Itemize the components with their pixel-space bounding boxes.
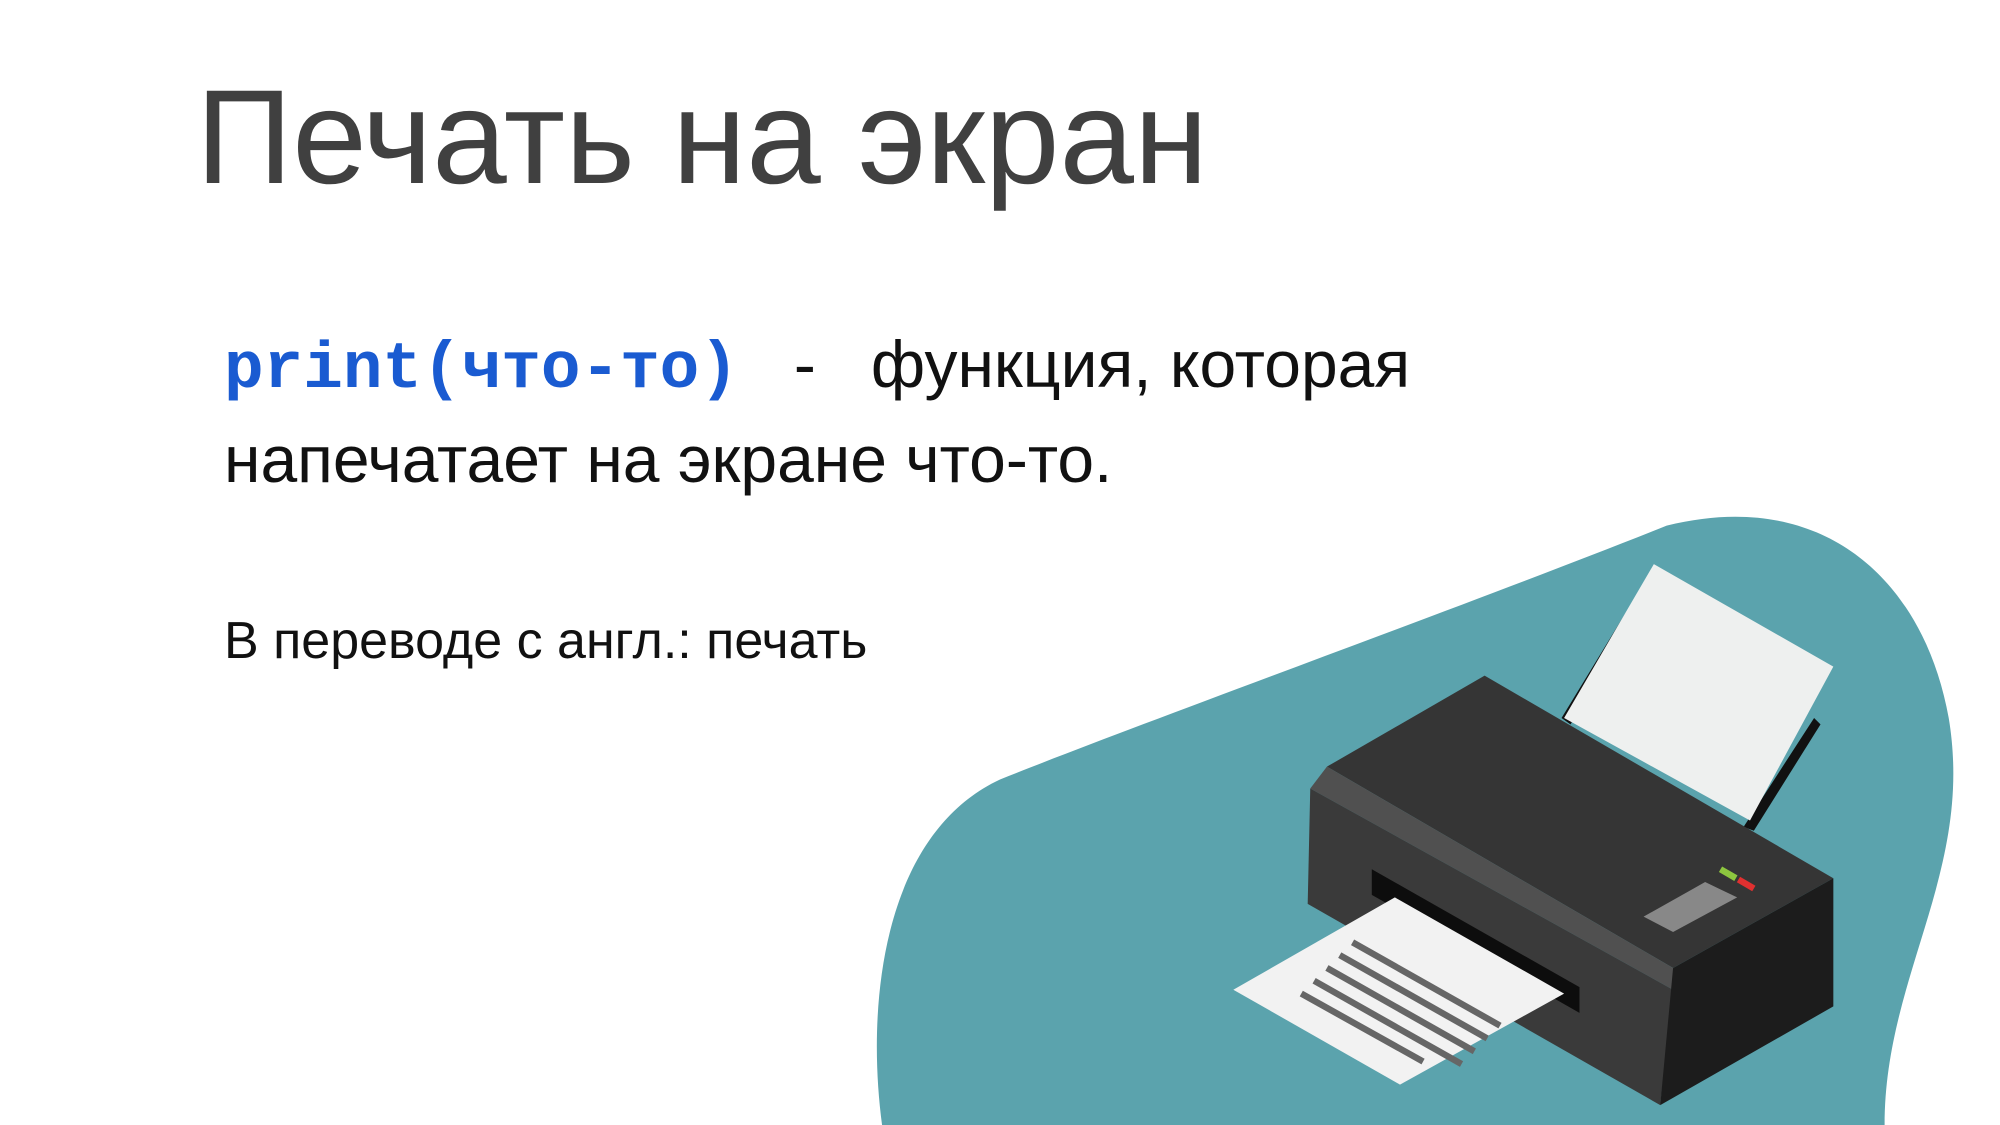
- code-snippet: print(что-то): [224, 332, 739, 407]
- separator: -: [793, 327, 816, 401]
- description-part1: функция, которая: [870, 327, 1411, 401]
- definition-line-1: print(что-то) - функция, которая: [224, 325, 1410, 409]
- page-title: Печать на экран: [196, 63, 1209, 212]
- translation-note: В переводе с англ.: печать: [224, 612, 868, 670]
- description-part2: напечатает на экране что-то.: [224, 422, 1113, 496]
